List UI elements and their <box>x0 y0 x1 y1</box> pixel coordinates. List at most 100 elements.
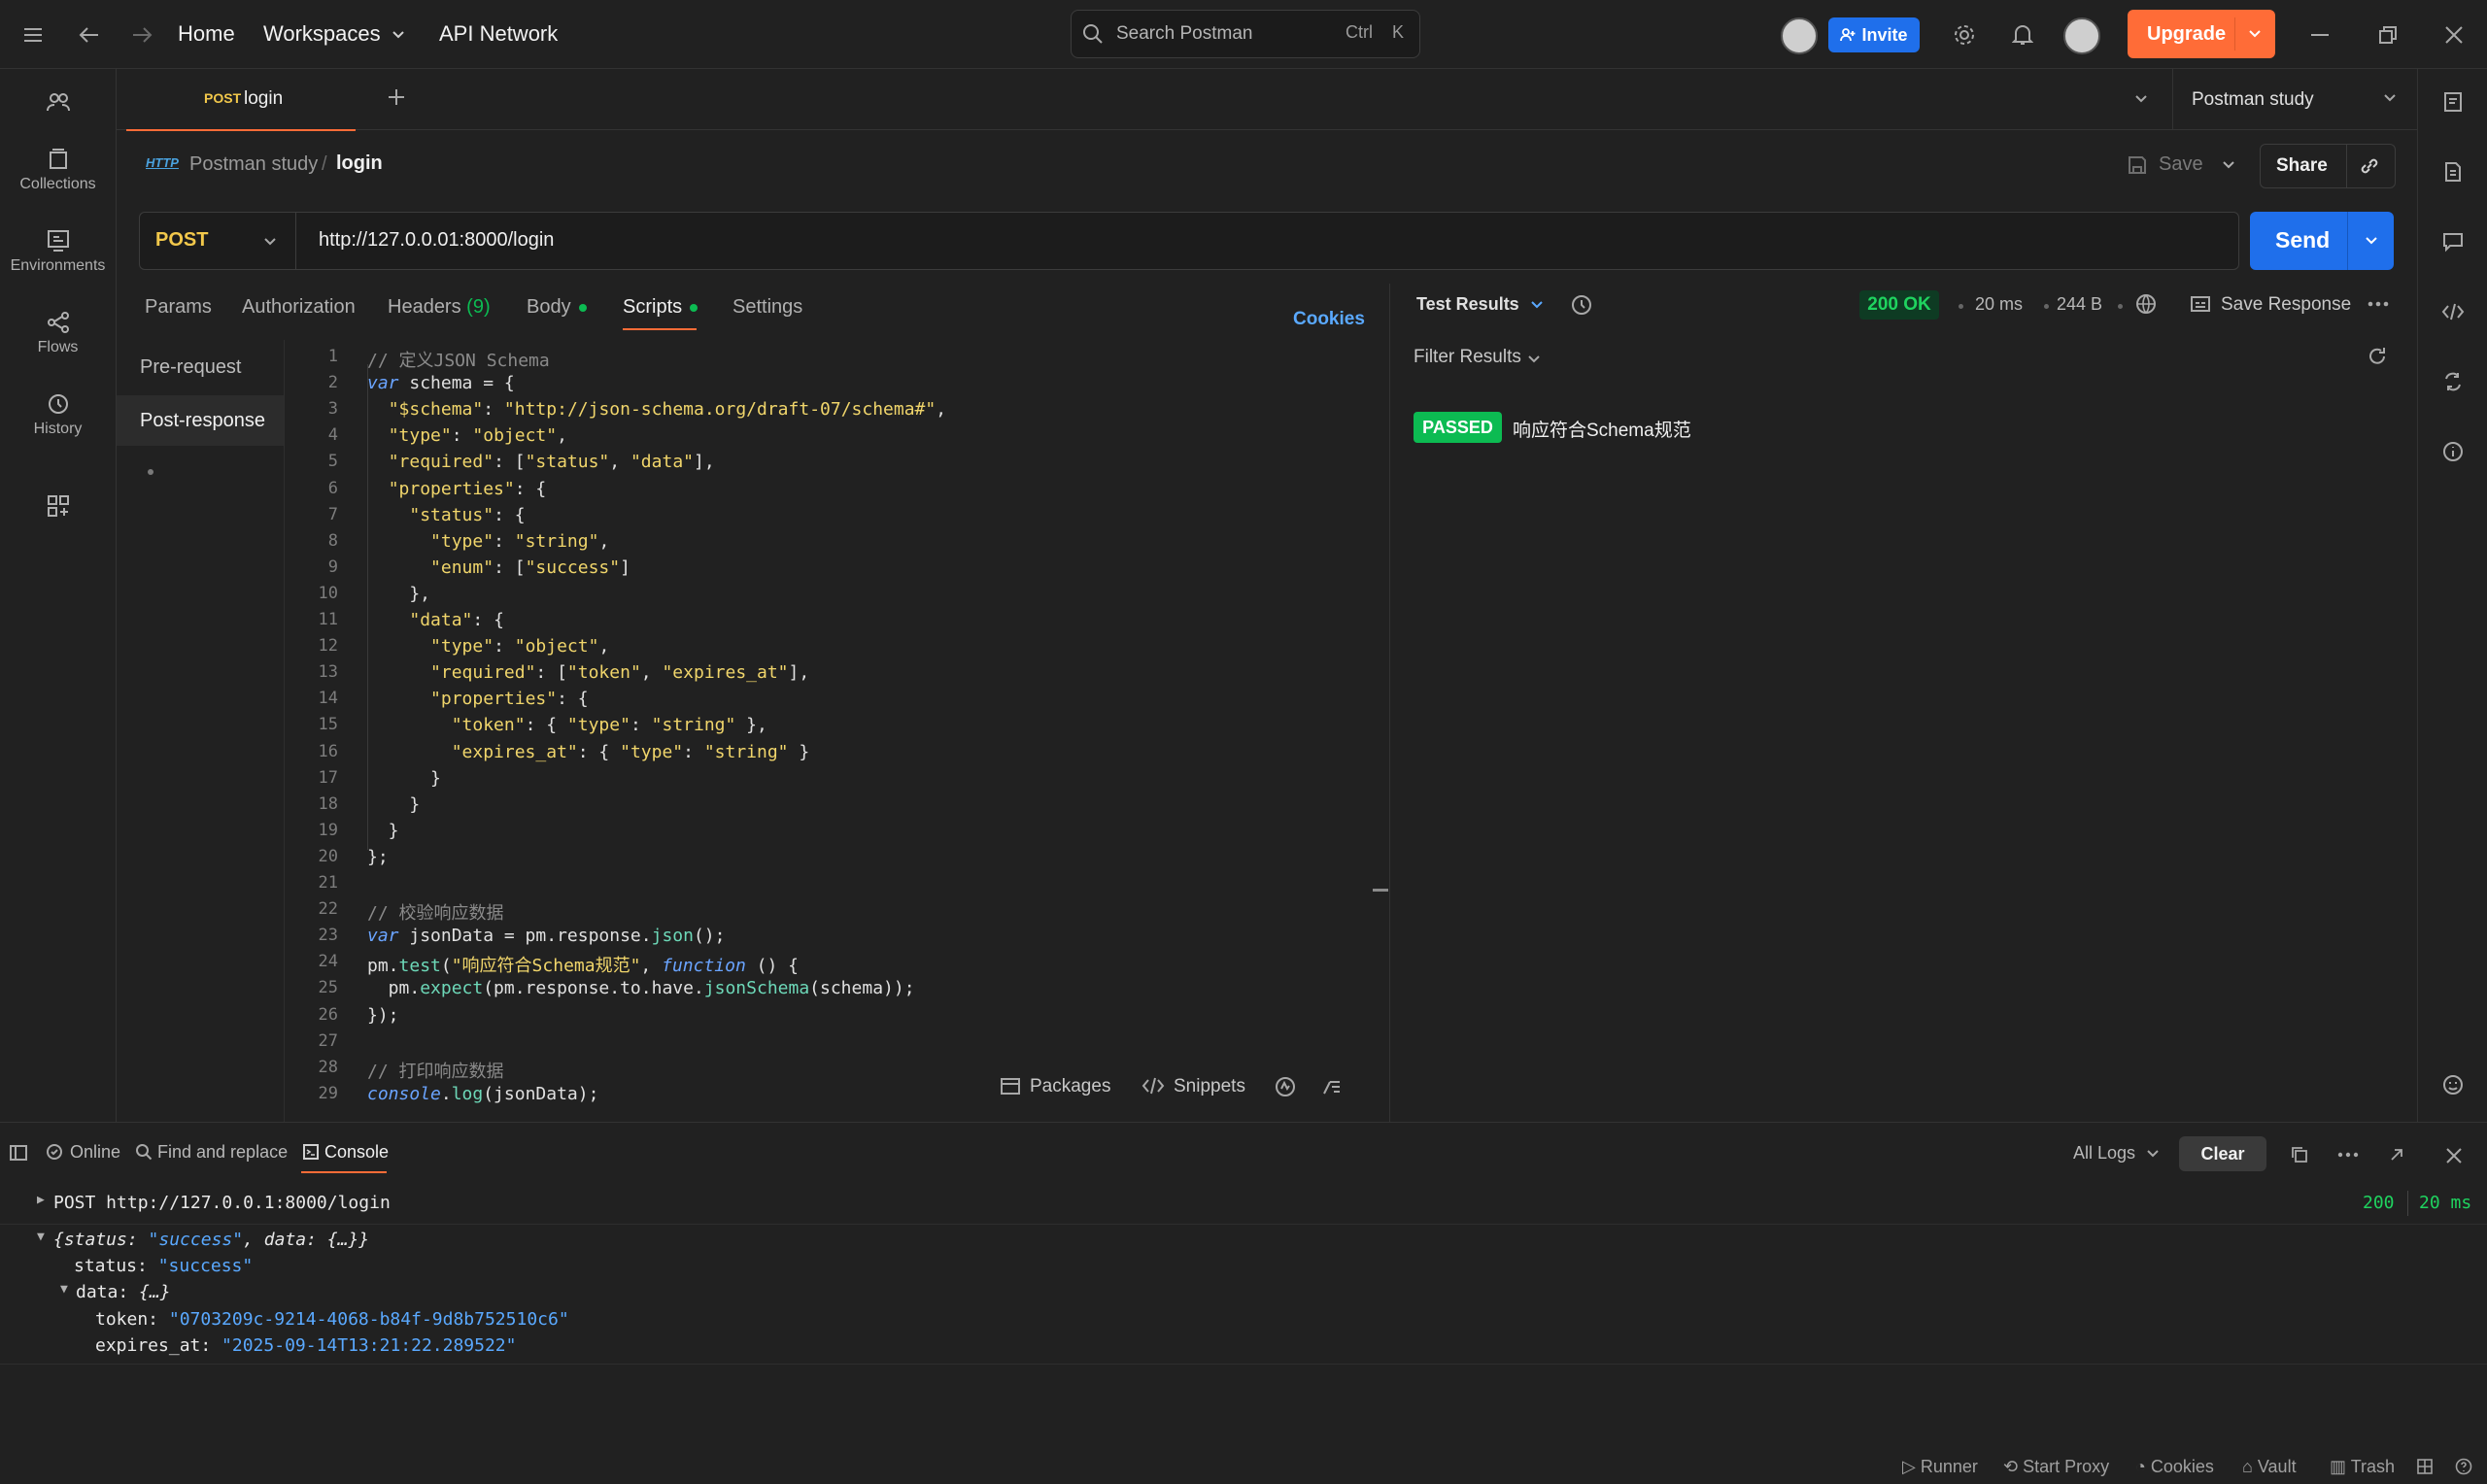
postbot-icon[interactable] <box>2439 1071 2467 1098</box>
code-line[interactable]: // 打印响应数据 <box>367 1058 504 1083</box>
copy-icon[interactable] <box>2289 1144 2310 1165</box>
response-history-icon[interactable] <box>1568 291 1595 319</box>
team-icon[interactable] <box>43 86 74 118</box>
code-line[interactable]: "expires_at": { "type": "string" } <box>367 742 810 762</box>
close-console-icon[interactable] <box>2442 1144 2466 1167</box>
collapse-triangle-icon[interactable]: ▼ <box>37 1230 45 1244</box>
code-line[interactable]: // 定义JSON Schema <box>367 347 550 372</box>
cookies-link[interactable]: Cookies <box>1293 309 1365 330</box>
share-button[interactable]: Share <box>2276 155 2328 177</box>
breadcrumb-request[interactable]: login <box>336 152 383 175</box>
code-line[interactable]: "properties": { <box>367 689 589 709</box>
url-input[interactable]: http://127.0.0.01:8000/login <box>319 229 554 252</box>
vault-button[interactable]: ⌂ Vault <box>2242 1457 2297 1477</box>
chevron-down-icon[interactable] <box>1525 352 1543 367</box>
clear-console-button[interactable]: Clear <box>2179 1136 2266 1171</box>
layout-toggle-icon[interactable] <box>2415 1457 2435 1476</box>
code-line[interactable]: }, <box>367 584 430 604</box>
minimize-icon[interactable] <box>2306 21 2334 49</box>
tab-authorization[interactable]: Authorization <box>242 296 356 319</box>
filter-results-dropdown[interactable]: Filter Results <box>1414 346 1521 368</box>
more-options-icon[interactable] <box>2365 291 2392 317</box>
code-line[interactable]: // 校验响应数据 <box>367 899 504 925</box>
code-line[interactable]: "required": ["token", "expires_at"], <box>367 662 809 683</box>
sidebar-item-environments[interactable]: Environments <box>0 224 116 275</box>
nav-api-network[interactable]: API Network <box>439 21 558 47</box>
code-line[interactable]: } <box>367 768 441 789</box>
configure-workspace-icon[interactable] <box>43 490 74 522</box>
help-icon[interactable] <box>2454 1457 2473 1476</box>
panel-divider[interactable] <box>1389 284 1390 1122</box>
chevron-down-icon[interactable] <box>389 25 408 45</box>
tab-settings[interactable]: Settings <box>732 296 802 319</box>
menu-icon[interactable] <box>19 21 47 49</box>
expand-console-icon[interactable] <box>2386 1144 2407 1165</box>
code-line[interactable]: "token": { "type": "string" }, <box>367 715 767 735</box>
invite-button[interactable]: Invite <box>1828 17 1920 52</box>
code-icon[interactable] <box>2439 298 2467 325</box>
script-nav-post-response[interactable]: Post-response <box>117 395 284 475</box>
code-line[interactable]: "type": "object", <box>367 425 567 446</box>
code-line[interactable]: }; <box>367 847 389 867</box>
environment-selector[interactable]: Postman study <box>2172 69 2417 129</box>
toggle-sidebar-icon[interactable] <box>8 1142 29 1164</box>
code-line[interactable]: "type": "object", <box>367 636 609 657</box>
cookies-button[interactable]: ◔ Cookies <box>2135 1457 2214 1477</box>
code-line[interactable]: "type": "string", <box>367 531 609 552</box>
collapse-triangle-icon[interactable]: ▼ <box>60 1282 68 1297</box>
refresh-icon[interactable] <box>2365 344 2390 369</box>
nav-workspaces[interactable]: Workspaces <box>263 21 381 47</box>
format-code-icon[interactable] <box>1319 1074 1345 1099</box>
breadcrumb-collection[interactable]: Postman study <box>189 153 318 176</box>
code-line[interactable]: pm.expect(pm.response.to.have.jsonSchema… <box>367 978 915 998</box>
code-line[interactable]: pm.test("响应符合Schema规范", function () { <box>367 952 799 977</box>
forward-arrow-icon[interactable] <box>128 21 155 49</box>
code-line[interactable]: "data": { <box>367 610 504 630</box>
network-globe-icon[interactable] <box>2133 291 2159 317</box>
chevron-down-icon[interactable] <box>2145 1147 2161 1161</box>
test-results-tab[interactable]: Test Results <box>1416 294 1519 315</box>
save-button[interactable]: Save <box>2124 146 2215 185</box>
code-line[interactable]: "status": { <box>367 505 525 525</box>
send-options-button[interactable] <box>2347 212 2395 270</box>
script-nav-pre-request[interactable]: Pre-request <box>117 342 284 392</box>
sidebar-item-flows[interactable]: Flows <box>0 306 116 356</box>
user-avatar[interactable] <box>2063 17 2100 54</box>
method-select[interactable]: POST <box>140 213 296 269</box>
tab-scripts[interactable]: Scripts <box>623 296 698 319</box>
editor-scrollbar[interactable] <box>1373 889 1388 892</box>
code-line[interactable]: "enum": ["success"] <box>367 557 630 578</box>
postbot-assist-icon[interactable] <box>1273 1074 1298 1099</box>
sidebar-item-history[interactable]: History <box>0 388 116 438</box>
tab-params[interactable]: Params <box>145 296 212 319</box>
info-icon[interactable] <box>2439 438 2467 465</box>
settings-gear-icon[interactable] <box>1951 21 1978 49</box>
start-proxy-button[interactable]: ⟲ Start Proxy <box>2003 1457 2109 1477</box>
search-input[interactable]: Search Postman Ctrl K <box>1071 10 1420 58</box>
restore-window-icon[interactable] <box>2374 21 2402 49</box>
runner-button[interactable]: ▷ Runner <box>1902 1457 1978 1477</box>
code-line[interactable]: "properties": { <box>367 479 547 499</box>
new-tab-plus-icon[interactable] <box>385 85 408 109</box>
code-line[interactable]: } <box>367 794 420 815</box>
code-line[interactable]: console.log(jsonData); <box>367 1084 598 1104</box>
nav-home[interactable]: Home <box>178 21 235 47</box>
close-window-icon[interactable] <box>2440 21 2468 49</box>
comments-icon[interactable] <box>2439 228 2467 255</box>
documentation-icon[interactable] <box>2439 158 2467 186</box>
log-level-dropdown[interactable]: All Logs <box>2073 1142 2135 1164</box>
save-options-chevron-icon[interactable] <box>2218 155 2239 175</box>
code-line[interactable]: } <box>367 821 399 841</box>
api-documentation-icon[interactable] <box>2439 88 2467 116</box>
tabs-overflow-chevron-icon[interactable] <box>2129 89 2153 109</box>
sidebar-item-collections[interactable]: Collections <box>0 143 116 193</box>
code-line[interactable]: var jsonData = pm.response.json(); <box>367 926 725 946</box>
collaborator-avatar[interactable] <box>1781 17 1818 54</box>
code-line[interactable]: }); <box>367 1005 399 1026</box>
chevron-down-icon[interactable] <box>2240 23 2269 45</box>
back-arrow-icon[interactable] <box>76 21 103 49</box>
code-line[interactable]: "required": ["status", "data"], <box>367 452 715 472</box>
tab-login[interactable]: POST login <box>126 69 356 131</box>
code-line[interactable]: var schema = { <box>367 373 515 393</box>
trash-button[interactable]: ▥ Trash <box>2330 1457 2395 1477</box>
